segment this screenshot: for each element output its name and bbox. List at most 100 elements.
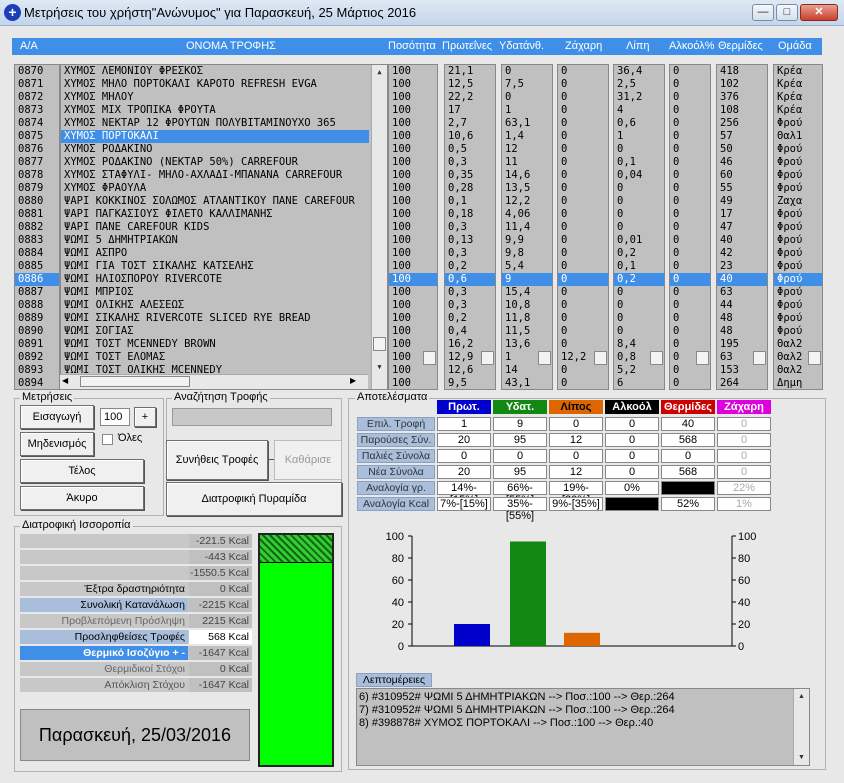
list-row[interactable]: 100: [389, 260, 437, 273]
list-row[interactable]: 0: [558, 156, 608, 169]
list-row[interactable]: 46: [717, 156, 767, 169]
food-row[interactable]: ΨΩΜΙ ΣΟΓΙΑΣ: [61, 325, 369, 338]
list-row[interactable]: 0,2: [614, 273, 664, 286]
protein-list[interactable]: 21,1 12,5 22,2 17 2,7 10,6 0,5 0,3 0,35 0,28 0,1 0,…: [444, 64, 496, 390]
list-row[interactable]: Κρέα: [774, 91, 822, 104]
list-row[interactable]: 14,6: [502, 169, 552, 182]
list-row[interactable]: 0876: [15, 143, 59, 156]
list-row[interactable]: 0: [670, 260, 710, 273]
food-row[interactable]: ΧΥΜΟΣ ΠΟΡΤΟΚΑΛΙ: [61, 130, 369, 143]
details-scroll-down-icon[interactable]: ▼: [795, 751, 808, 764]
list-row[interactable]: 0: [558, 130, 608, 143]
list-row[interactable]: 102: [717, 78, 767, 91]
list-row[interactable]: 0,18: [445, 208, 495, 221]
list-row[interactable]: Φρού: [774, 299, 822, 312]
scroll-thumb[interactable]: [373, 337, 386, 351]
list-row[interactable]: 0: [670, 182, 710, 195]
list-row[interactable]: 0879: [15, 182, 59, 195]
list-row[interactable]: 0: [670, 234, 710, 247]
list-row[interactable]: 63: [717, 286, 767, 299]
list-row[interactable]: 100: [389, 195, 437, 208]
list-row[interactable]: 0877: [15, 156, 59, 169]
list-row[interactable]: 100: [389, 156, 437, 169]
list-row[interactable]: 0: [502, 65, 552, 78]
scroll-down-icon[interactable]: ▼: [373, 361, 386, 374]
details-box[interactable]: 6) #310952# ΨΩΜΙ 5 ΔΗΜΗΤΡΙΑΚΩΝ --> Ποσ.:…: [356, 688, 810, 766]
list-row[interactable]: 23: [717, 260, 767, 273]
quantity-input[interactable]: 100: [100, 408, 130, 426]
list-row[interactable]: 0,6: [614, 117, 664, 130]
list-row[interactable]: 0873: [15, 104, 59, 117]
insert-button[interactable]: Εισαγωγή: [20, 405, 94, 429]
food-row[interactable]: ΧΥΜΟΣ ΜΗΛΟ ΠΟΡΤΟΚΑΛΙ ΚΑΡΟΤΟ REFRESH EVGA: [61, 78, 369, 91]
list-row[interactable]: 0: [670, 299, 710, 312]
list-row[interactable]: 9: [502, 273, 552, 286]
food-list-hscrollbar[interactable]: ◀ ▶: [60, 374, 368, 389]
food-row[interactable]: ΧΥΜΟΣ ΦΡΑΟΥΛΑ: [61, 182, 369, 195]
list-row[interactable]: 0878: [15, 169, 59, 182]
list-row[interactable]: 0,35: [445, 169, 495, 182]
list-row[interactable]: 108: [717, 104, 767, 117]
list-row[interactable]: 11,8: [502, 312, 552, 325]
list-row[interactable]: 9,8: [502, 247, 552, 260]
list-row[interactable]: 100: [389, 273, 437, 286]
search-input[interactable]: [172, 408, 332, 426]
list-row[interactable]: 9,5: [445, 377, 495, 389]
usual-foods-button[interactable]: Συνήθεις Τροφές: [166, 440, 268, 480]
list-row[interactable]: 31,2: [614, 91, 664, 104]
list-row[interactable]: 44: [717, 299, 767, 312]
list-row[interactable]: 0,13: [445, 234, 495, 247]
list-row[interactable]: 17: [445, 104, 495, 117]
food-row[interactable]: ΧΥΜΟΣ ΜΙΧ ΤΡΟΠΙΚΑ ΦΡΟΥΤΑ: [61, 104, 369, 117]
list-row[interactable]: 0: [670, 247, 710, 260]
food-row[interactable]: ΧΥΜΟΣ ΝΕΚΤΑΡ 12 ΦΡΟΥΤΩΝ ΠΟΛΥΒΙΤΑΜΙΝΟΥΧΟ …: [61, 117, 369, 130]
list-row[interactable]: 0: [670, 65, 710, 78]
list-row[interactable]: 100: [389, 364, 437, 377]
list-scroll-thumb[interactable]: [753, 351, 766, 365]
list-row[interactable]: 0887: [15, 286, 59, 299]
list-row[interactable]: 0,6: [445, 273, 495, 286]
list-row[interactable]: 0,28: [445, 182, 495, 195]
list-row[interactable]: 100: [389, 221, 437, 234]
list-row[interactable]: Ζαχα: [774, 195, 822, 208]
list-row[interactable]: 40: [717, 273, 767, 286]
list-row[interactable]: 264: [717, 377, 767, 389]
list-row[interactable]: 8,4: [614, 338, 664, 351]
list-row[interactable]: 153: [717, 364, 767, 377]
list-row[interactable]: 17: [717, 208, 767, 221]
sugar-list[interactable]: 0 0 0 0 0 0 0 0 0 0 0 0 0 0 0 0 0 0 0 0 0 0 12,2 0 0: [557, 64, 609, 390]
list-row[interactable]: 0: [614, 299, 664, 312]
close-button[interactable]: ✕: [800, 4, 838, 21]
food-row[interactable]: ΨΩΜΙ ΤΟΣΤ MCENNEDY BROWN: [61, 338, 369, 351]
list-row[interactable]: 100: [389, 91, 437, 104]
list-row[interactable]: Θαλ2: [774, 364, 822, 377]
scroll-up-icon[interactable]: ▲: [373, 66, 386, 79]
list-row[interactable]: 42: [717, 247, 767, 260]
list-scroll-thumb[interactable]: [808, 351, 821, 365]
list-row[interactable]: 0: [558, 286, 608, 299]
list-row[interactable]: 10,6: [445, 130, 495, 143]
food-row[interactable]: ΨΩΜΙ ΗΛΙΟΣΠΟΡΟΥ RIVERCOTE: [61, 273, 369, 286]
list-row[interactable]: 11: [502, 156, 552, 169]
list-row[interactable]: 0870: [15, 65, 59, 78]
list-row[interactable]: 100: [389, 338, 437, 351]
list-row[interactable]: 0,3: [445, 286, 495, 299]
list-row[interactable]: 100: [389, 117, 437, 130]
list-row[interactable]: Φρού: [774, 273, 822, 286]
list-row[interactable]: 0890: [15, 325, 59, 338]
list-row[interactable]: 5,2: [614, 364, 664, 377]
list-row[interactable]: 256: [717, 117, 767, 130]
list-row[interactable]: 49: [717, 195, 767, 208]
food-row[interactable]: ΨΑΡΙ ΚΟΚΚΙΝΟΣ ΣΟΛΩΜΟΣ ΑΤΛΑΝΤΙΚΟΥ ΠΑΝΕ CA…: [61, 195, 369, 208]
list-row[interactable]: 0: [614, 325, 664, 338]
list-row[interactable]: 0: [558, 195, 608, 208]
header-alcohol[interactable]: Αλκοόλ%: [669, 40, 715, 52]
list-row[interactable]: 0: [614, 195, 664, 208]
list-row[interactable]: 0885: [15, 260, 59, 273]
list-row[interactable]: Φρού: [774, 247, 822, 260]
list-row[interactable]: 0,1: [614, 260, 664, 273]
list-row[interactable]: 0: [558, 247, 608, 260]
list-row[interactable]: 100: [389, 169, 437, 182]
list-row[interactable]: 60: [717, 169, 767, 182]
list-row[interactable]: 100: [389, 247, 437, 260]
